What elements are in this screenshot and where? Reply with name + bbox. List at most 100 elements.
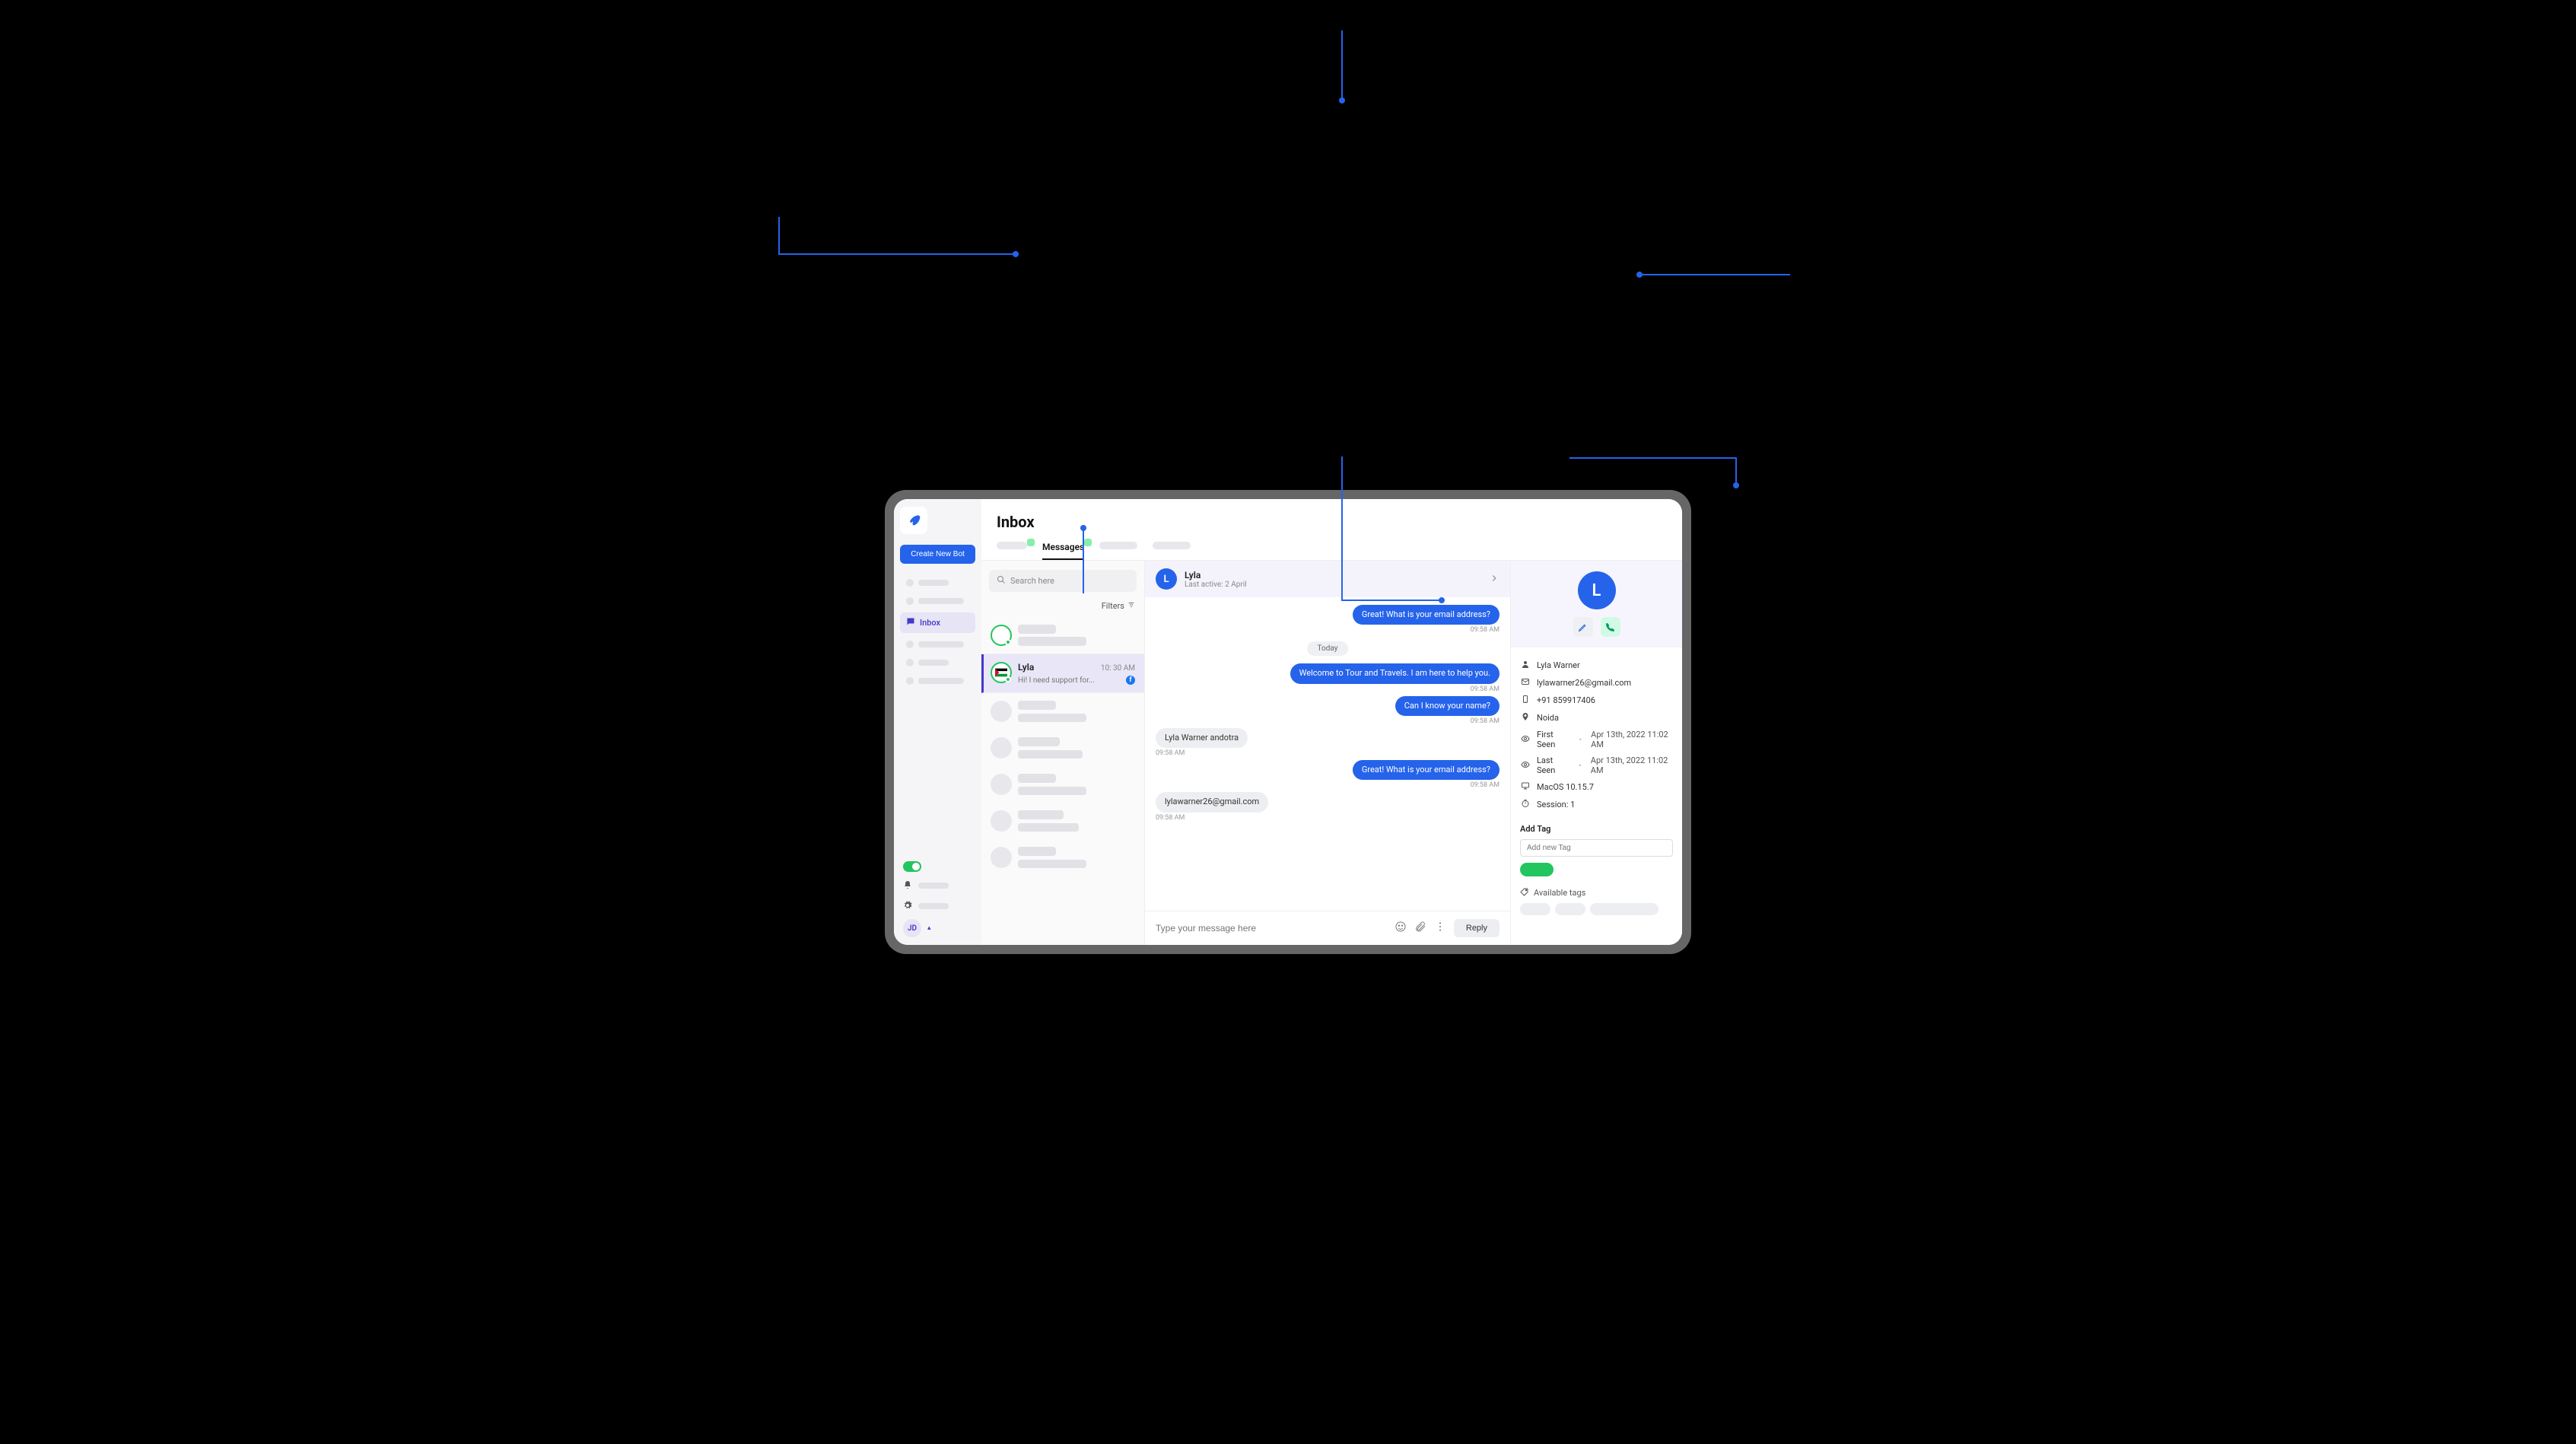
add-tag-input[interactable] — [1520, 839, 1673, 857]
tag-pill[interactable] — [1520, 863, 1554, 876]
monitor-icon — [1520, 781, 1531, 793]
create-bot-button[interactable]: Create New Bot — [900, 545, 975, 564]
message-bubble: lylawarner26@gmail.com — [1156, 792, 1268, 812]
message-time: 09:58 AM — [1471, 781, 1499, 789]
feather-icon — [906, 513, 921, 528]
phone-small-icon — [1520, 695, 1531, 706]
thread-time: 10: 30 AM — [1101, 664, 1135, 673]
thread-preview: Hi! I need support for... — [1018, 676, 1095, 685]
more-icon[interactable] — [1434, 921, 1446, 936]
message-bubble: Can I know your name? — [1395, 696, 1499, 716]
available-tags-label: Available tags — [1534, 888, 1585, 898]
thread-item-selected[interactable]: Lyla 10: 30 AM Hi! I need support for...… — [981, 654, 1144, 693]
gear-icon — [903, 899, 912, 913]
contact-name: Lyla Warner — [1537, 660, 1580, 670]
search-input[interactable]: Search here — [989, 570, 1137, 592]
tab-placeholder — [1099, 542, 1137, 549]
thread-avatar — [991, 625, 1012, 646]
chat-avatar: L — [1156, 568, 1177, 590]
message-time: 09:58 AM — [1471, 626, 1499, 634]
session-info: Session: 1 — [1537, 800, 1575, 809]
contact-location: Noida — [1537, 713, 1559, 723]
add-tag-label: Add Tag — [1520, 824, 1673, 834]
edit-contact-button[interactable] — [1573, 617, 1593, 637]
nav-placeholder — [900, 576, 975, 590]
expand-details-button[interactable] — [1489, 572, 1499, 587]
message-time: 09:58 AM — [1156, 749, 1185, 757]
search-icon — [997, 575, 1006, 587]
message-bubble: Great! What is your email address? — [1353, 760, 1499, 780]
app-logo[interactable] — [900, 507, 927, 534]
eye-icon — [1520, 734, 1531, 746]
settings-row[interactable] — [900, 899, 975, 913]
message-input[interactable] — [1156, 923, 1387, 934]
contact-details: L Lyla Warner lylawarner26@gmail.com + — [1511, 561, 1682, 945]
last-seen-value: Apr 13th, 2022 11:02 AM — [1591, 755, 1673, 775]
chevron-right-icon — [1489, 573, 1499, 584]
thread-placeholder — [981, 730, 1144, 766]
message-time: 09:58 AM — [1471, 685, 1499, 693]
unread-badge — [1084, 539, 1092, 546]
thread-placeholder — [981, 766, 1144, 803]
user-avatar: JD — [903, 919, 921, 937]
message-time: 09:58 AM — [1156, 814, 1185, 822]
chat-contact-name: Lyla — [1185, 570, 1247, 580]
nav-placeholder — [900, 638, 975, 651]
reply-button[interactable]: Reply — [1454, 919, 1499, 937]
pencil-icon — [1578, 622, 1588, 632]
thread-avatar — [991, 662, 1012, 683]
clock-icon — [1520, 799, 1531, 810]
facebook-icon: f — [1126, 676, 1135, 685]
message-bubble: Great! What is your email address? — [1353, 605, 1499, 625]
sidebar-item-label: Inbox — [920, 618, 940, 628]
thread-placeholder — [981, 693, 1144, 730]
filter-icon — [1127, 601, 1135, 611]
attachment-icon[interactable] — [1414, 921, 1426, 936]
thread-placeholder — [981, 839, 1144, 876]
sidebar: Create New Bot Inbox — [894, 499, 981, 945]
nav-placeholder — [900, 594, 975, 608]
available-tags-list — [1520, 903, 1673, 915]
sidebar-item-inbox[interactable]: Inbox — [900, 612, 975, 633]
chat-last-active: Last active: 2 April — [1185, 580, 1247, 589]
contact-phone: +91 859917406 — [1537, 695, 1595, 705]
chat-header: L Lyla Last active: 2 April — [1145, 561, 1510, 597]
emoji-icon[interactable] — [1395, 921, 1407, 936]
search-placeholder: Search here — [1010, 576, 1054, 586]
message-incoming: Lyla Warner andotra09:58 AM — [1156, 728, 1248, 757]
message-outgoing: Great! What is your email address?09:58 … — [1353, 760, 1499, 789]
user-menu[interactable]: JD ▴ — [900, 919, 975, 937]
tag-icon — [1520, 887, 1529, 899]
filters-button[interactable]: Filters — [1102, 601, 1135, 611]
thread-item[interactable] — [981, 617, 1144, 654]
thread-name: Lyla — [1018, 662, 1034, 673]
caret-up-icon: ▴ — [927, 924, 931, 932]
nav-placeholder — [900, 656, 975, 670]
composer: Reply — [1145, 911, 1510, 945]
bell-icon — [903, 878, 912, 892]
message-outgoing: Can I know your name?09:58 AM — [1395, 696, 1499, 725]
tab-messages[interactable]: Messages — [1042, 542, 1084, 560]
message-outgoing: Great! What is your email address?09:58 … — [1353, 605, 1499, 634]
location-icon — [1520, 712, 1531, 724]
messages-area: Great! What is your email address?09:58 … — [1145, 597, 1510, 911]
notifications-row[interactable] — [900, 878, 975, 892]
page-header: Inbox — [981, 499, 1682, 531]
person-icon — [1520, 660, 1531, 671]
flag-icon — [995, 668, 1007, 677]
phone-icon — [1605, 622, 1615, 632]
inbox-icon — [906, 617, 915, 628]
tab-placeholder — [997, 542, 1027, 549]
call-contact-button[interactable] — [1601, 617, 1620, 637]
message-time: 09:58 AM — [1471, 717, 1499, 725]
availability-toggle[interactable] — [903, 861, 921, 872]
page-title: Inbox — [997, 513, 1667, 531]
contact-avatar: L — [1578, 571, 1616, 609]
message-bubble: Lyla Warner andotra — [1156, 728, 1248, 748]
nav-placeholder — [900, 674, 975, 688]
contact-os: MacOS 10.15.7 — [1537, 782, 1594, 792]
chat-panel: L Lyla Last active: 2 April Great! What … — [1145, 561, 1511, 945]
message-outgoing: Welcome to Tour and Travels. I am here t… — [1290, 663, 1499, 692]
message-bubble: Welcome to Tour and Travels. I am here t… — [1290, 663, 1499, 683]
thread-placeholder — [981, 803, 1144, 839]
